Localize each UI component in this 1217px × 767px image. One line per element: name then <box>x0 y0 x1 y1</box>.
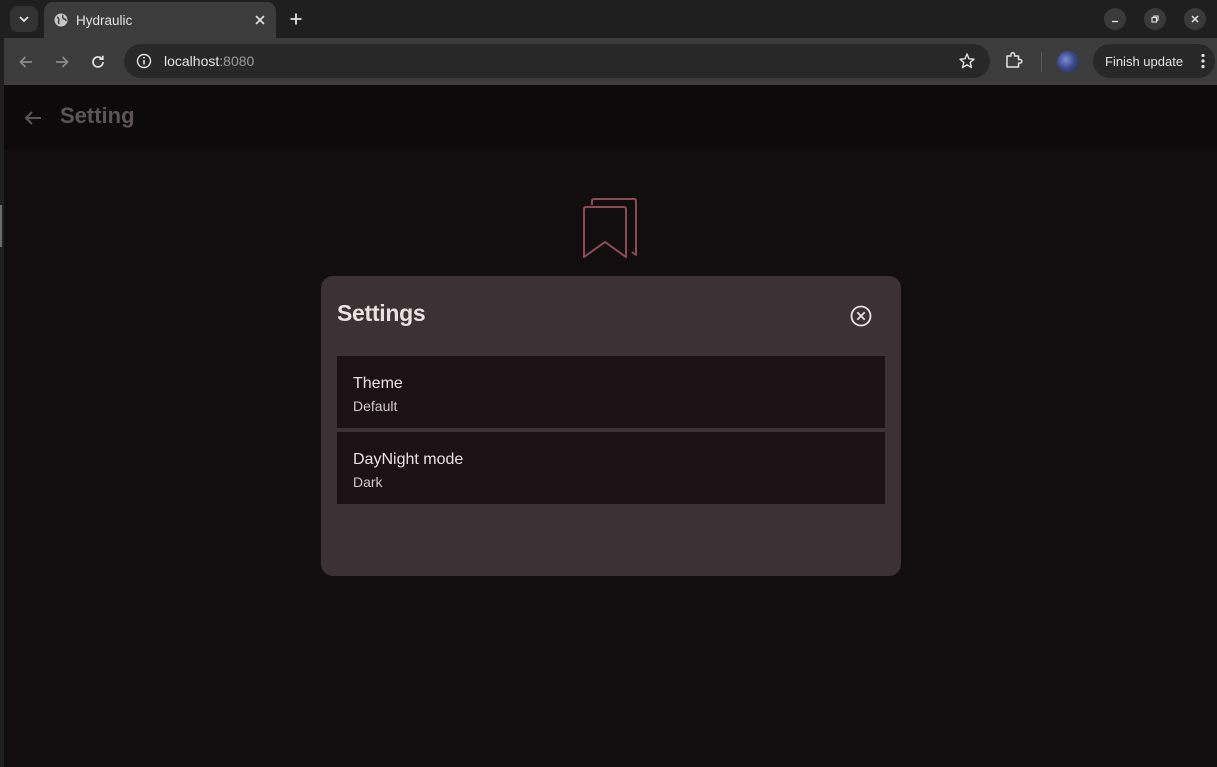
bookmark-stack-icon <box>583 198 637 258</box>
arrow-right-icon <box>56 56 69 68</box>
close-window-button[interactable] <box>1184 8 1206 30</box>
tab-title: Hydraulic <box>76 12 133 28</box>
finish-update-label: Finish update <box>1105 53 1184 69</box>
toolbar-divider <box>1041 52 1042 72</box>
reload-button[interactable] <box>86 50 110 74</box>
url-text: localhost:8080 <box>164 53 958 69</box>
setting-item-theme[interactable]: Theme Default <box>337 356 885 428</box>
info-icon[interactable] <box>136 53 152 69</box>
close-icon <box>1191 15 1199 23</box>
close-circle-icon[interactable] <box>849 304 873 328</box>
tab-strip: Hydraulic <box>0 0 1217 38</box>
settings-dialog: Settings Theme Default DayNight mode Dar… <box>321 276 901 576</box>
plus-icon <box>290 13 302 25</box>
new-tab-button[interactable] <box>284 8 308 30</box>
browser-tab[interactable]: Hydraulic <box>44 2 276 38</box>
close-icon <box>255 15 265 25</box>
browser-toolbar: localhost:8080 Finish update <box>4 38 1217 85</box>
chevron-down-icon <box>19 16 29 23</box>
setting-value: Default <box>353 398 398 414</box>
url-port: :8080 <box>219 53 255 69</box>
setting-item-daynight-mode[interactable]: DayNight mode Dark <box>337 432 885 504</box>
setting-value: Dark <box>353 474 383 490</box>
dialog-title: Settings <box>337 300 426 326</box>
minimize-icon <box>1112 20 1118 23</box>
restore-icon <box>1151 15 1159 23</box>
setting-label: Theme <box>353 375 403 392</box>
restore-button[interactable] <box>1144 8 1166 30</box>
minimize-button[interactable] <box>1104 8 1126 30</box>
reload-icon <box>92 55 104 68</box>
page-viewport: Setting Settings Theme Default DayNight … <box>4 85 1217 767</box>
avatar[interactable] <box>1057 51 1079 73</box>
star-icon[interactable] <box>958 52 976 70</box>
arrow-left-icon <box>19 56 32 68</box>
address-bar[interactable]: localhost:8080 <box>124 44 990 78</box>
finish-update-button[interactable]: Finish update <box>1093 44 1215 78</box>
globe-icon <box>54 13 68 27</box>
app-bar: Setting <box>4 85 1217 150</box>
url-host: localhost <box>164 53 220 69</box>
puzzle-icon[interactable] <box>1004 50 1026 72</box>
back-arrow-button[interactable] <box>22 107 44 129</box>
more-vertical-icon <box>1201 53 1205 69</box>
window-edge-handle <box>0 205 2 247</box>
forward-button[interactable] <box>50 50 74 74</box>
tab-search-button[interactable] <box>10 6 38 32</box>
tab-close-button[interactable] <box>250 10 270 30</box>
page-title: Setting <box>60 103 135 128</box>
arrow-left-icon <box>24 111 41 125</box>
back-button[interactable] <box>14 50 38 74</box>
setting-label: DayNight mode <box>353 451 464 468</box>
